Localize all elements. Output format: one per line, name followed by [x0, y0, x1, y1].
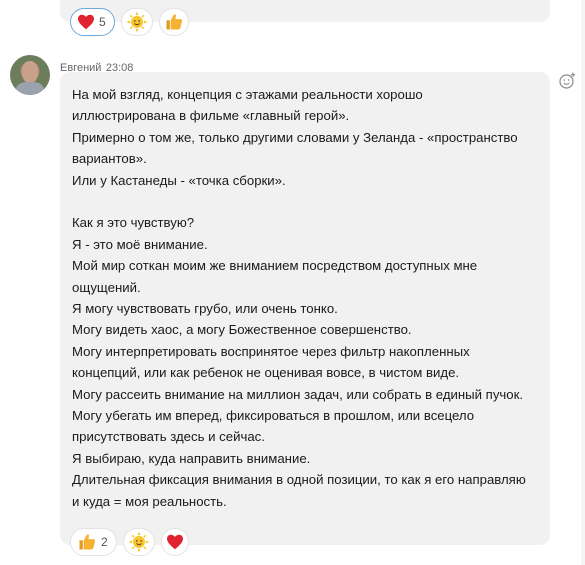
reaction-heart-button[interactable]: 5	[70, 8, 115, 36]
message-line: На мой взгляд, концепция с этажами реаль…	[72, 87, 423, 102]
previous-message-reactions: 5	[70, 8, 189, 36]
message-line: концепций, или как ребенок не оценивая в…	[72, 365, 460, 381]
reaction-count: 5	[99, 15, 106, 29]
message-line: Примерно о том же, только другими словам…	[72, 129, 518, 145]
message-line: Могу интерпретировать воспринятое через …	[72, 343, 470, 359]
thumbs-up-icon	[77, 532, 97, 552]
sun-smile-icon	[126, 11, 148, 33]
message-line: иллюстрирована в фильме «главный герой».	[72, 108, 350, 124]
message-line: Или у Кастанеды - «точка сборки».	[72, 172, 286, 188]
message-line: Длительная фиксация внимания в одной поз…	[72, 472, 526, 488]
message-line: Я - это моё внимание.	[72, 236, 208, 252]
reaction-sun-button[interactable]	[120, 8, 153, 36]
message-line: Могу видеть хаос, а могу Божественное со…	[72, 322, 412, 338]
reaction-sun-button[interactable]	[122, 528, 155, 556]
message-bubble: На мой взгляд, концепция с этажами реаль…	[60, 72, 550, 545]
reaction-count: 2	[101, 535, 108, 549]
message-line: Я могу чувствовать грубо, или очень тонк…	[72, 301, 338, 317]
sun-smile-icon	[128, 531, 150, 553]
reaction-thumbs-up-button[interactable]: 2	[70, 528, 117, 556]
scrollbar[interactable]	[581, 0, 585, 565]
message-line: Как я это чувствую?	[72, 215, 195, 231]
chat-view: 5 Евгений 23:08 На мой взгляд, концепция…	[0, 0, 585, 565]
message-line: присутствовать здесь и сейчас.	[72, 429, 265, 445]
reaction-heart-button[interactable]	[160, 528, 189, 556]
avatar[interactable]	[10, 55, 50, 95]
message-reactions: 2	[70, 528, 189, 556]
heart-icon	[77, 14, 95, 30]
message-line: Могу рассеить внимание на миллион задач,…	[72, 386, 524, 402]
message-line	[72, 191, 538, 212]
reaction-thumbs-up-button[interactable]	[158, 8, 189, 36]
add-reaction-icon[interactable]	[558, 72, 576, 90]
message-line: Мой мир соткан моим же вниманием посредс…	[72, 258, 478, 274]
heart-icon	[166, 534, 184, 550]
thumbs-up-icon	[164, 12, 184, 32]
message-line: ощущений.	[72, 279, 141, 295]
message-line: Могу убегать им вперед, фиксироваться в …	[72, 408, 475, 424]
message-line: и куда = моя реальность.	[72, 493, 227, 509]
message-line: Я выбираю, куда направить внимание.	[72, 450, 311, 466]
message-line: вариантов».	[72, 151, 147, 167]
